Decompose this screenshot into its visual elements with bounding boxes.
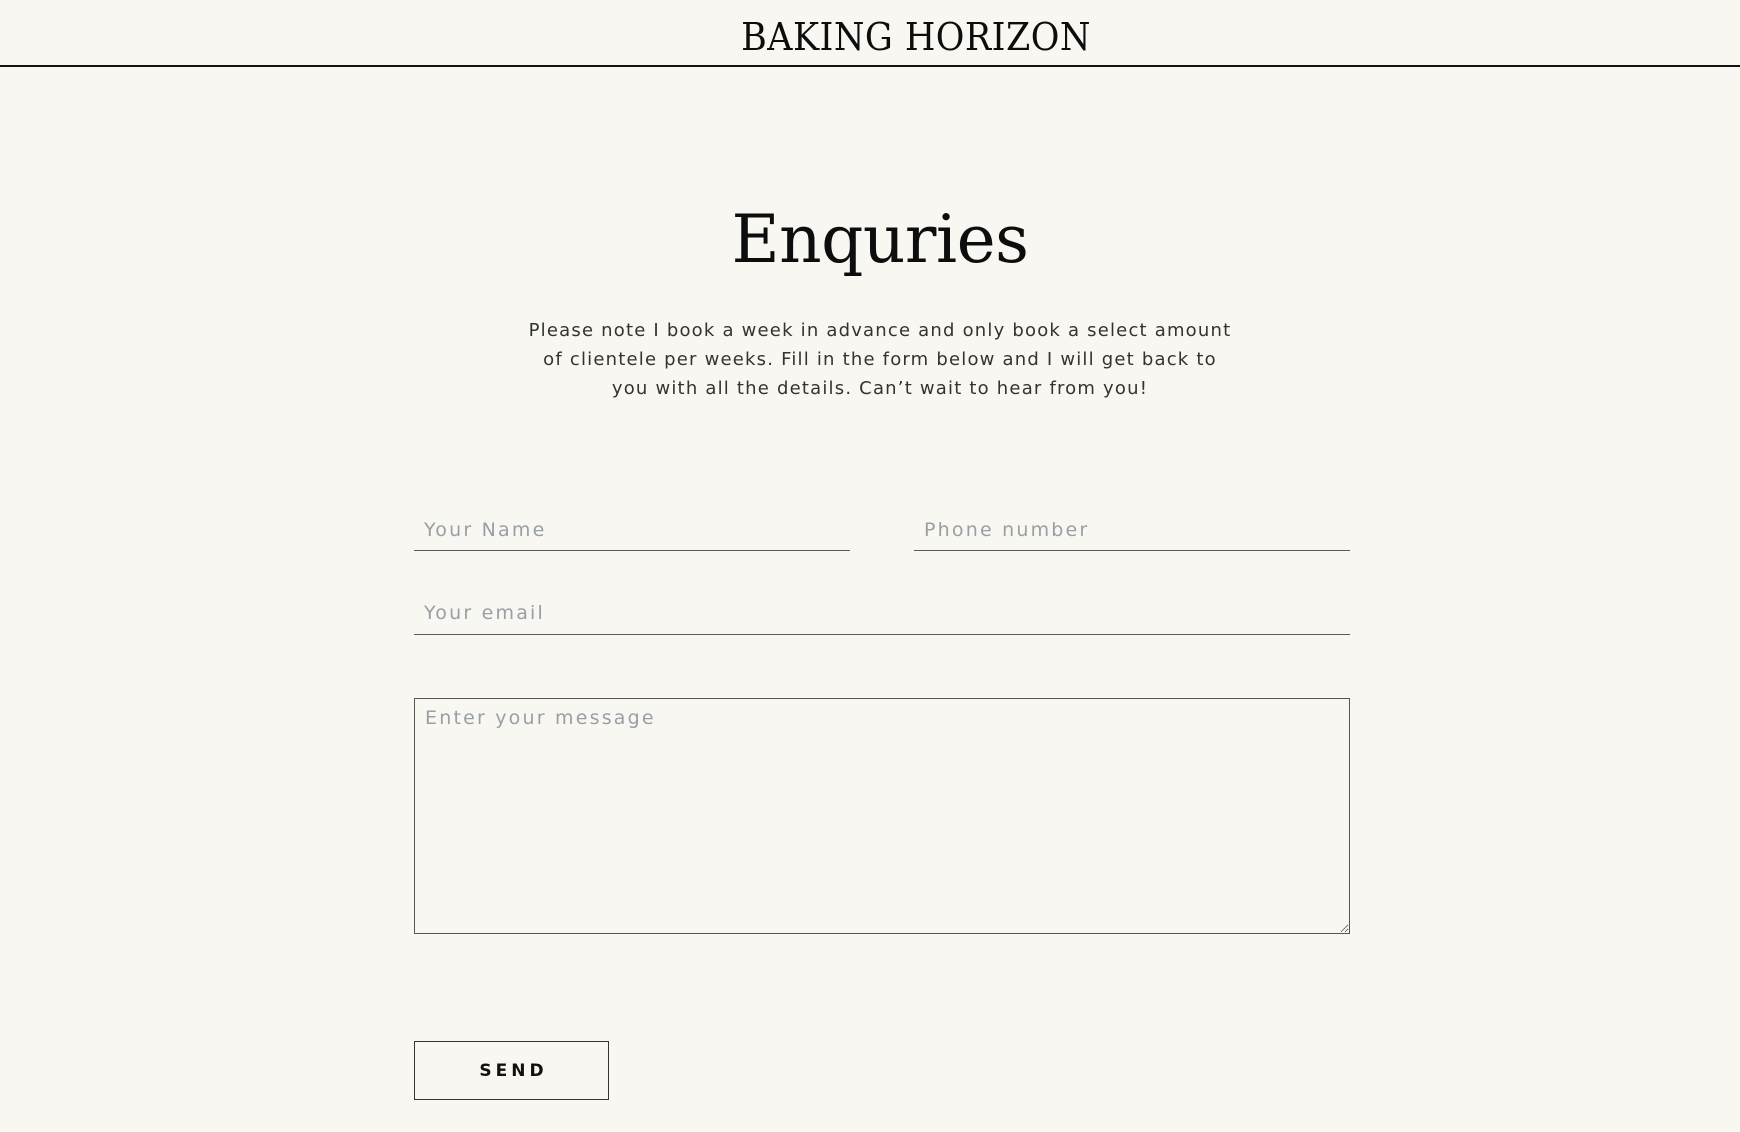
send-button[interactable]: SEND (414, 1041, 609, 1100)
message-field[interactable] (414, 698, 1350, 934)
intro-line: Please note I book a week in advance and… (528, 320, 1232, 341)
intro-line: you with all the details. Can’t wait to … (611, 378, 1149, 399)
site-logo[interactable]: BAKING HORIZON (73, 13, 1740, 61)
email-field[interactable] (414, 598, 1350, 635)
intro-text: Please note I book a week in advance and… (520, 316, 1240, 403)
phone-field[interactable] (914, 515, 1350, 551)
site-header: BAKING HORIZON (0, 0, 1740, 67)
name-field[interactable] (414, 515, 850, 551)
intro-line: of clientele per weeks. Fill in the form… (543, 349, 1217, 370)
page-title: Enquries (731, 201, 1029, 278)
